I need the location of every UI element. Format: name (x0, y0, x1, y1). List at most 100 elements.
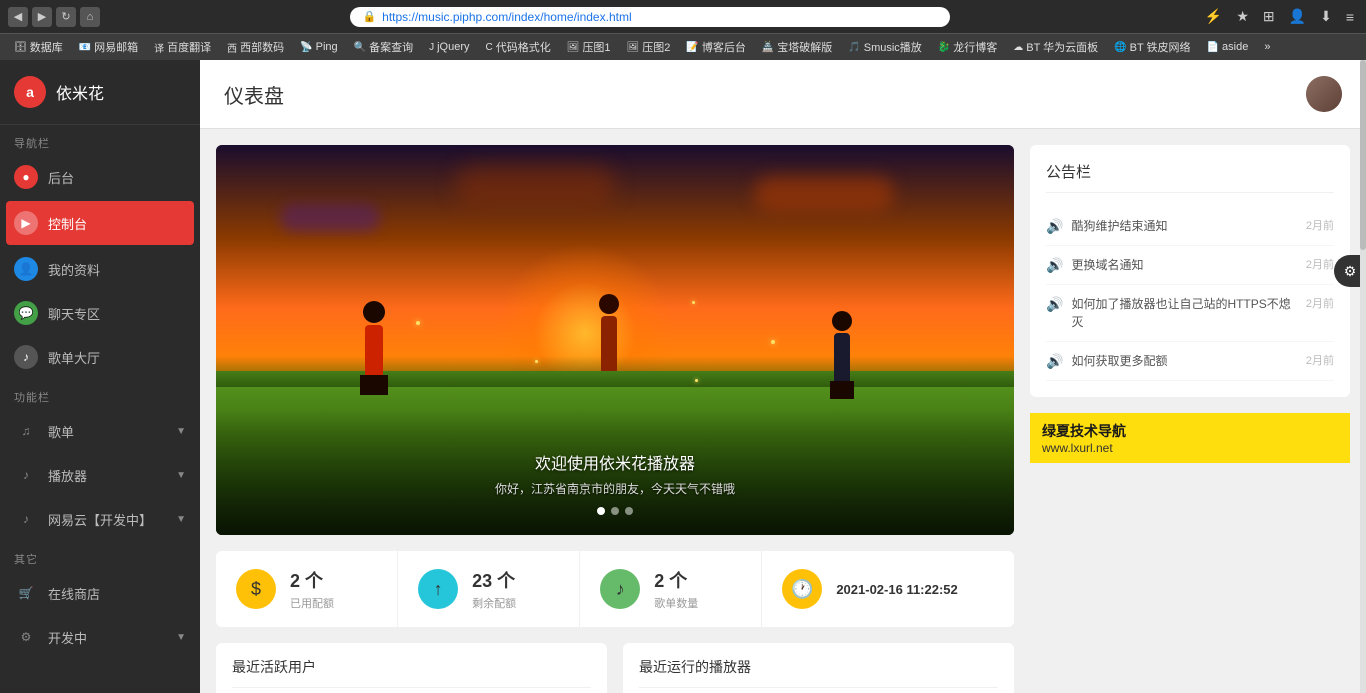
sidebar-item-chat[interactable]: 💬 聊天专区 (0, 291, 200, 335)
notice-time-2: 2月前 (1306, 295, 1334, 311)
bookmark-email[interactable]: 📧网易邮箱 (73, 37, 144, 57)
bookmark-compress1[interactable]: 🖼压图1 (561, 37, 617, 57)
menu-icon[interactable]: ≡ (1342, 7, 1358, 27)
player-chevron: ▼ (176, 470, 186, 481)
bookmark-bt-tiepiwang[interactable]: 🌐BT 铁皮网络 (1108, 37, 1196, 57)
nav-forward-button[interactable]: ▶ (32, 7, 52, 27)
bookmark-formatter[interactable]: C代码格式化 (480, 37, 557, 57)
sidebar-item-backend[interactable]: ● 后台 (0, 155, 200, 199)
notice-item-2[interactable]: 🔊 如何加了播放器也让自己站的HTTPS不熄灭 2月前 (1046, 285, 1334, 342)
lightning-icon[interactable]: ⚡ (1201, 6, 1226, 27)
bookmark-database[interactable]: 🗄数据库 (8, 37, 69, 57)
stat-label-used: 已用配额 (290, 595, 334, 611)
carousel-dot-1[interactable] (611, 507, 619, 515)
stat-number-used: 2 个 (290, 567, 334, 593)
ssl-lock-icon: 🔒 (362, 10, 376, 23)
bookmark-smusic[interactable]: 🎵Smusic播放 (842, 37, 928, 57)
notice-text-3: 如何获取更多配额 (1071, 352, 1297, 370)
sidebar-item-devmode[interactable]: ⚙ 开发中 ▼ (0, 615, 200, 659)
nav-back-button[interactable]: ◀ (8, 7, 28, 27)
bookmark-blog[interactable]: 📝博客后台 (680, 37, 751, 57)
sidebar-item-netease[interactable]: ♪ 网易云【开发中】 ▼ (0, 497, 200, 541)
bookmark-west[interactable]: 西西部数码 (221, 37, 290, 57)
stat-timestamp: 2021-02-16 11:22:52 (836, 582, 957, 597)
stat-info-used: 2 个 已用配额 (290, 567, 334, 611)
carousel[interactable]: 欢迎使用依米花播放器 你好，江苏省南京市的朋友，今天天气不错哦 (216, 145, 1014, 535)
shop-label: 在线商店 (48, 584, 100, 603)
sidebar-item-songlist-hall[interactable]: ♪ 歌单大厅 (0, 335, 200, 379)
browser-toolbar: ◀ ▶ ↻ ⌂ 🔒 https://music.piphp.com/index/… (0, 0, 1366, 33)
backend-label: 后台 (48, 168, 74, 187)
netease-label: 网易云【开发中】 (48, 510, 152, 529)
nav-refresh-button[interactable]: ↻ (56, 7, 76, 27)
sidebar-item-playlist[interactable]: ♫ 歌单 ▼ (0, 409, 200, 453)
sidebar-item-player[interactable]: ♪ 播放器 ▼ (0, 453, 200, 497)
bookmark-longblog[interactable]: 🐉龙行博客 (932, 37, 1003, 57)
download-icon[interactable]: ⬇ (1316, 6, 1336, 27)
songlist-hall-icon: ♪ (14, 345, 38, 369)
bookmark-translate[interactable]: 译百度翻译 (148, 37, 217, 57)
notice-item-3[interactable]: 🔊 如何获取更多配额 2月前 (1046, 342, 1334, 381)
stat-card-used: $ 2 个 已用配额 (216, 551, 398, 627)
player-icon: ♪ (14, 463, 38, 487)
active-players-title: 最近运行的播放器 (639, 657, 998, 688)
notice-time-0: 2月前 (1306, 217, 1334, 233)
nav-home-button[interactable]: ⌂ (80, 7, 100, 27)
notice-item-0[interactable]: 🔊 酷狗维护结束通知 2月前 (1046, 207, 1334, 246)
browser-chrome: ◀ ▶ ↻ ⌂ 🔒 https://music.piphp.com/index/… (0, 0, 1366, 60)
main-wrapper: 仪表盘 (200, 60, 1366, 693)
sidebar-item-shop[interactable]: 🛒 在线商店 (0, 571, 200, 615)
figure-left (360, 301, 388, 395)
sidebar-item-console[interactable]: ▶ 控制台 (6, 201, 194, 245)
console-label: 控制台 (48, 214, 87, 233)
notice-speaker-icon-2: 🔊 (1046, 296, 1063, 313)
songlist-hall-label: 歌单大厅 (48, 348, 100, 367)
carousel-dot-2[interactable] (625, 507, 633, 515)
bookmark-jquery[interactable]: JjQuery (423, 39, 475, 55)
main-content: 仪表盘 (200, 60, 1366, 693)
backend-icon: ● (14, 165, 38, 189)
bookmark-compress2[interactable]: 🖼压图2 (621, 37, 677, 57)
firefly-1 (416, 321, 420, 325)
bookmark-more[interactable]: » (1258, 39, 1276, 55)
user-avatar-main[interactable] (1306, 76, 1342, 112)
address-bar[interactable]: 🔒 https://music.piphp.com/index/home/ind… (350, 7, 950, 27)
page-scrollbar[interactable] (1360, 60, 1366, 693)
active-users-title: 最近活跃用户 (232, 657, 591, 688)
netease-icon: ♪ (14, 507, 38, 531)
notice-item-1[interactable]: 🔊 更换域名通知 2月前 (1046, 246, 1334, 285)
stat-number-remaining: 23 个 (472, 567, 516, 593)
playlist-label: 歌单 (48, 422, 74, 441)
stat-icon-money: $ (236, 569, 276, 609)
url-text: https://music.piphp.com/index/home/index… (382, 10, 631, 24)
stats-row: $ 2 个 已用配额 ↑ 23 个 剩余配额 (216, 551, 1014, 627)
carousel-subtitle: 你好，江苏省南京市的朋友，今天天气不错哦 (236, 480, 994, 497)
bookmark-baota[interactable]: 🏯宝塔破解版 (756, 37, 838, 57)
stat-card-remaining: ↑ 23 个 剩余配额 (398, 551, 580, 627)
devmode-icon: ⚙ (14, 625, 38, 649)
bookmark-bt-huawei[interactable]: ☁BT 华为云面板 (1007, 37, 1104, 57)
bookmark-star-icon[interactable]: ★ (1232, 6, 1253, 27)
bookmark-ping[interactable]: 📡Ping (294, 39, 343, 55)
sidebar-username: 依米花 (56, 80, 104, 104)
sidebar-header: a 依米花 (0, 60, 200, 125)
carousel-dot-0[interactable] (597, 507, 605, 515)
extensions-icon[interactable]: ⊞ (1259, 6, 1279, 27)
bookmark-aside[interactable]: 📄aside (1201, 39, 1255, 55)
bookmark-icp[interactable]: 🔍备案查询 (348, 37, 419, 57)
sidebar-item-profile[interactable]: 👤 我的资料 (0, 247, 200, 291)
scrollbar-thumb[interactable] (1360, 60, 1366, 250)
stat-info-time: 2021-02-16 11:22:52 (836, 582, 957, 597)
notice-text-0: 酷狗维护结束通知 (1071, 217, 1297, 235)
watermark: 绿夏技术导航 www.lxurl.net (1030, 413, 1350, 463)
profile-label: 我的资料 (48, 260, 100, 279)
profile-icon[interactable]: 👤 (1285, 6, 1310, 27)
user-avatar-image (1306, 76, 1342, 112)
firefly-4 (695, 379, 698, 382)
notice-time-1: 2月前 (1306, 256, 1334, 272)
notice-board-title: 公告栏 (1046, 161, 1334, 193)
stat-label-remaining: 剩余配额 (472, 595, 516, 611)
left-column: 欢迎使用依米花播放器 你好，江苏省南京市的朋友，今天天气不错哦 (216, 145, 1014, 693)
stat-card-songs: ♪ 2 个 歌单数量 (580, 551, 762, 627)
carousel-overlay: 欢迎使用依米花播放器 你好，江苏省南京市的朋友，今天天气不错哦 (216, 410, 1014, 535)
